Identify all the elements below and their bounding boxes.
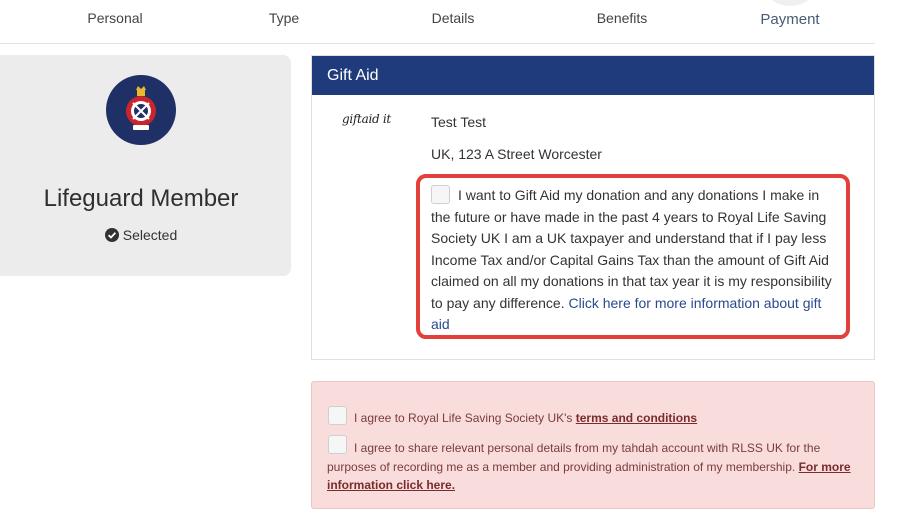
selected-label: Selected xyxy=(122,227,178,243)
step-benefits[interactable]: Benefits xyxy=(597,10,648,26)
gift-aid-checkbox[interactable] xyxy=(431,185,450,204)
gift-aid-logo: giftaid it xyxy=(342,112,391,126)
gift-aid-declaration-box: I want to Gift Aid my donation and any d… xyxy=(416,174,850,339)
terms-panel: I agree to Royal Life Saving Society UK'… xyxy=(311,381,875,509)
selected-status: Selected xyxy=(0,227,282,243)
share-details-text: I agree to share relevant personal detai… xyxy=(327,441,821,474)
terms-checkbox[interactable] xyxy=(328,406,347,425)
gift-aid-header: Gift Aid xyxy=(312,56,874,95)
gift-aid-panel: Gift Aid giftaid it Test Test UK, 123 A … xyxy=(311,55,875,360)
donor-address: UK, 123 A Street Worcester xyxy=(431,146,602,162)
step-payment[interactable]: Payment xyxy=(760,11,819,28)
membership-card[interactable]: Lifeguard Member Selected xyxy=(0,55,291,276)
step-type[interactable]: Type xyxy=(269,10,299,26)
active-step-indicator xyxy=(768,0,812,6)
terms-text: I agree to Royal Life Saving Society UK'… xyxy=(354,411,573,425)
step-navigation: Personal Type Details Benefits Payment xyxy=(0,0,875,44)
gift-aid-declaration: I want to Gift Aid my donation and any d… xyxy=(431,185,841,336)
step-details[interactable]: Details xyxy=(432,10,475,26)
gift-aid-declaration-text: I want to Gift Aid my donation and any d… xyxy=(431,187,832,311)
terms-label: I agree to Royal Life Saving Society UK'… xyxy=(354,411,697,425)
membership-title: Lifeguard Member xyxy=(43,185,239,212)
donor-name: Test Test xyxy=(431,114,486,130)
terms-and-conditions-link[interactable]: terms and conditions xyxy=(576,411,697,425)
rlss-crest-icon xyxy=(126,86,156,130)
share-details-label: I agree to share relevant personal detai… xyxy=(327,439,862,495)
step-personal[interactable]: Personal xyxy=(87,10,142,26)
check-circle-icon xyxy=(104,228,119,242)
rlss-logo xyxy=(106,75,176,145)
